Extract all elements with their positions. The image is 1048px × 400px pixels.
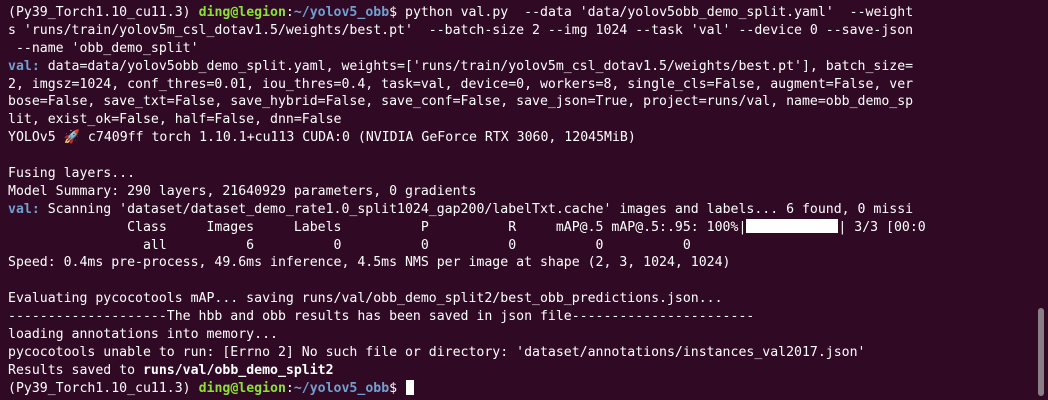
speed-line: Speed: 0.4ms pre-process, 49.6ms inferen…: [8, 255, 731, 271]
command-continuation: --name 'obb_demo_split': [8, 40, 199, 56]
yolo-info-line: YOLOv5 🚀 c7409ff torch 1.10.1+cu113 CUDA…: [8, 130, 636, 146]
val-tag: val:: [8, 201, 40, 217]
prompt-line[interactable]: (Py39_Torch1.10_cu11.3) ding@legion:~/yo…: [8, 379, 1048, 398]
scan-text: Scanning 'dataset/dataset_demo_rate1.0_s…: [39, 201, 914, 217]
progress-tail: | 3/3 [00:0: [838, 219, 926, 235]
scan-line: val: Scanning 'dataset/dataset_demo_rate…: [8, 201, 1048, 219]
results-path: runs/val/obb_demo_split2: [142, 362, 334, 378]
metrics-row-line: all 6 0 0 0 0 0: [8, 237, 691, 253]
val-params-line: 2, imgsz=1024, conf_thres=0.01, iou_thre…: [8, 76, 914, 92]
cwd-path: ~/yolov5_obb: [293, 5, 390, 20]
user-host: ding@legion: [198, 380, 286, 396]
terminal-window[interactable]: (Py39_Torch1.10_cu11.3) ding@legion:~/yo…: [0, 0, 1048, 400]
fusing-line: Fusing layers...: [8, 166, 143, 182]
evaluating-line: Evaluating pycocotools mAP... saving run…: [8, 291, 723, 307]
metrics-header-text: Class Images Labels P R mAP@.5 mAP@.5:.9…: [8, 219, 747, 235]
conda-env: (Py39_Torch1.10_cu11.3): [8, 380, 199, 396]
loading-line: loading annotations into memory...: [8, 327, 278, 343]
val-tag: val:: [8, 58, 40, 74]
user-host: ding@legion: [198, 5, 286, 20]
val-params-line: val: data=data/yolov5obb_demo_split.yaml…: [8, 58, 1048, 76]
command-text: python val.py --data 'data/yolov5obb_dem…: [397, 5, 914, 20]
cwd-path: ~/yolov5_obb: [293, 380, 390, 396]
results-line: Results saved to runs/val/obb_demo_split…: [8, 362, 1048, 380]
command-continuation: s 'runs/train/yolov5m_csl_dotav1.5/weigh…: [8, 22, 914, 38]
prompt-dollar: $: [389, 5, 398, 20]
pycoco-error-line: pycocotools unable to run: [Errno 2] No …: [8, 344, 866, 360]
metrics-header-line: Class Images Labels P R mAP@.5 mAP@.5:.9…: [8, 218, 1048, 237]
model-summary-line: Model Summary: 290 layers, 21640929 para…: [8, 183, 477, 199]
prompt-colon: :: [285, 5, 294, 20]
text-cursor: [406, 379, 415, 395]
prompt-dollar: $: [389, 380, 406, 396]
prompt-colon: :: [285, 380, 294, 396]
val-params-line: bose=False, save_txt=False, save_hybrid=…: [8, 94, 914, 110]
separator-line: --------------------The hbb and obb resu…: [8, 309, 755, 325]
prompt-line: (Py39_Torch1.10_cu11.3) ding@legion:~/yo…: [8, 4, 1048, 22]
results-prefix: Results saved to: [8, 362, 143, 378]
val-params-text: data=data/yolov5obb_demo_split.yaml, wei…: [39, 58, 914, 74]
conda-env: (Py39_Torch1.10_cu11.3): [8, 5, 199, 20]
val-params-line: lit, exist_ok=False, half=False, dnn=Fal…: [8, 112, 342, 128]
scrollbar-thumb[interactable]: [1038, 308, 1044, 396]
progress-bar: [746, 218, 839, 233]
